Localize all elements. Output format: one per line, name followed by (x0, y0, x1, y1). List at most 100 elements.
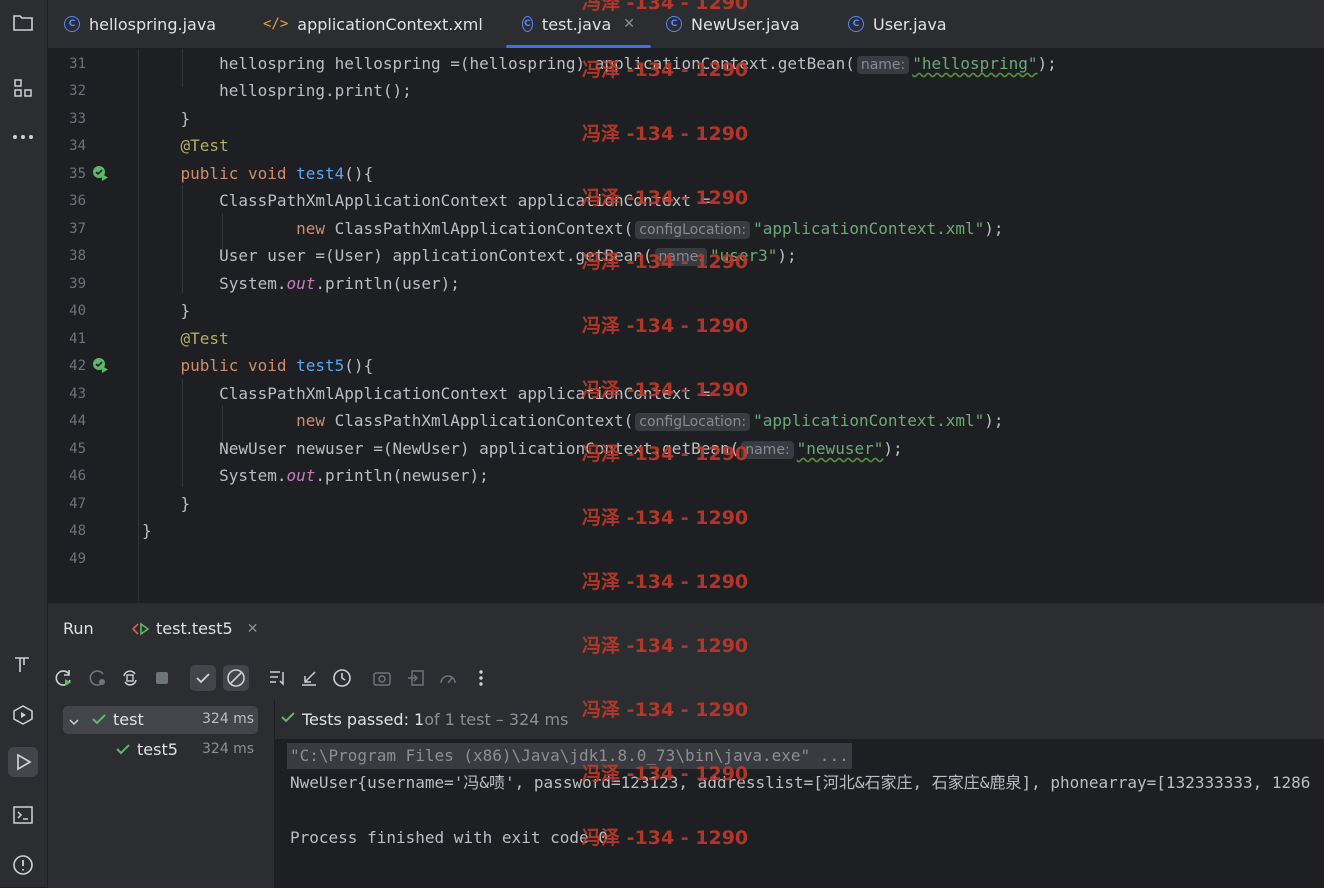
line-number: 48 (69, 523, 86, 539)
param-hint: configLocation: (635, 221, 751, 239)
line-number: 37 (69, 221, 86, 237)
status-passed-text: Tests passed: 1 (302, 709, 425, 729)
line-number: 47 (69, 496, 86, 512)
more-options-icon[interactable] (468, 665, 494, 691)
import-tests-icon[interactable] (403, 665, 429, 691)
line-number: 35 (69, 166, 86, 182)
watermark: 冯泽 -134 - 1290 (582, 251, 749, 273)
test-config-icon (132, 621, 150, 636)
passed-check-icon (115, 741, 131, 761)
line-number: 36 (69, 193, 86, 209)
toggle-auto-test-icon[interactable] (117, 665, 143, 691)
watermark: 冯泽 -134 - 1290 (582, 827, 749, 849)
code-line-46: System.out.println(newuser); (142, 466, 489, 485)
console-command-line[interactable]: "C:\Program Files (x86)\Java\jdk1.8.0_73… (287, 743, 852, 769)
tab-user[interactable]: C User.java (848, 0, 947, 48)
collapse-icon[interactable] (296, 665, 322, 691)
line-number: 34 (69, 138, 86, 154)
watermark: 冯泽 -134 - 1290 (582, 571, 749, 593)
terminal-icon[interactable] (8, 800, 38, 830)
line-number: 42 (69, 358, 86, 374)
tree-row-test[interactable]: test 324 ms (63, 706, 258, 734)
rerun-icon[interactable] (51, 665, 77, 691)
class-icon: C (64, 16, 80, 32)
tab-applicationcontext[interactable]: </> applicationContext.xml (263, 0, 483, 48)
xml-icon: </> (263, 16, 289, 32)
watermark: 冯泽 -134 - 1290 (582, 59, 749, 81)
chevron-down-icon[interactable] (68, 713, 80, 732)
line-number: 43 (69, 386, 86, 402)
param-hint: name: (741, 441, 794, 459)
param-hint: name: (856, 56, 910, 74)
project-folder-icon[interactable] (8, 8, 38, 38)
show-passed-icon[interactable] (190, 665, 216, 691)
param-hint: configLocation: (635, 413, 751, 431)
line-number: 33 (69, 111, 86, 127)
code-line-45: NewUser newuser =(NewUser) applicationCo… (142, 439, 903, 459)
watermark: 冯泽 -134 - 1290 (582, 699, 749, 721)
run-config-tab[interactable]: test.test5 ✕ (132, 619, 258, 638)
passed-check-icon (91, 711, 107, 731)
tab-hellospring[interactable]: Chellospring.java (64, 0, 216, 48)
status-detail-text: of 1 test – 324 ms (424, 709, 569, 729)
run-title: Run (63, 619, 94, 638)
test-results-tree: test 324 ms test5 324 ms (48, 699, 275, 888)
line-number: 38 (69, 248, 86, 264)
class-icon: C (848, 16, 864, 32)
code-line-47: } (142, 494, 191, 513)
run-toolbar (48, 655, 1324, 700)
class-icon: C (666, 16, 682, 32)
problems-icon[interactable] (8, 850, 38, 880)
class-icon: C (522, 16, 533, 32)
test-passed-run-icon[interactable] (92, 357, 108, 373)
code-line-40: } (142, 301, 191, 320)
line-number: 44 (69, 413, 86, 429)
close-icon[interactable]: ✕ (247, 621, 259, 637)
line-number: 32 (69, 83, 86, 99)
code-line-42: public void test5(){ (142, 356, 374, 375)
more-tools-icon[interactable] (8, 122, 38, 152)
screenshot-camera-icon[interactable] (369, 665, 395, 691)
line-number: 40 (69, 303, 86, 319)
code-line-33: } (142, 109, 191, 128)
line-number: 49 (69, 551, 86, 567)
line-number: 46 (69, 468, 86, 484)
code-line-48: } (142, 521, 152, 540)
code-line-41: @Test (142, 329, 229, 348)
console-exit-line: Process finished with exit code 0 (290, 828, 608, 847)
watermark: 冯泽 -134 - 1290 (582, 379, 749, 401)
coverage-gauge-icon[interactable] (435, 665, 461, 691)
watermark: 冯泽 -134 - 1290 (582, 123, 749, 145)
watermark: 冯泽 -134 - 1290 (582, 0, 749, 14)
run-tool-icon[interactable] (8, 747, 38, 777)
code-line-44: new ClassPathXmlApplicationContext(confi… (142, 411, 1004, 431)
watermark: 冯泽 -134 - 1290 (582, 315, 749, 337)
line-number: 39 (69, 276, 86, 292)
code-line-34: @Test (142, 136, 229, 155)
code-line-35: public void test4(){ (142, 164, 374, 183)
tool-window-strip (0, 0, 48, 887)
structure-icon[interactable] (8, 73, 38, 103)
test-passed-run-icon[interactable] (92, 165, 108, 181)
code-line-37: new ClassPathXmlApplicationContext(confi… (142, 219, 1004, 239)
tree-row-test5[interactable]: test5 324 ms (63, 736, 258, 764)
test-status-bar: Tests passed: 1 of 1 test – 324 ms (275, 699, 1324, 739)
build-hammer-icon[interactable] (8, 650, 38, 680)
code-line-39: System.out.println(user); (142, 274, 460, 293)
console-output-line: NweUser{username='冯&啧', password=123123,… (290, 773, 1311, 792)
watermark: 冯泽 -134 - 1290 (582, 507, 749, 529)
rerun-failed-icon[interactable] (85, 665, 111, 691)
watermark: 冯泽 -134 - 1290 (582, 443, 749, 465)
close-icon[interactable]: ✕ (623, 16, 635, 32)
services-icon[interactable] (8, 700, 38, 730)
line-number: 45 (69, 441, 86, 457)
code-line-32: hellospring.print(); (142, 81, 412, 100)
show-ignored-icon[interactable] (223, 665, 249, 691)
gutter-divider (138, 49, 139, 601)
history-clock-icon[interactable] (329, 665, 355, 691)
watermark: 冯泽 -134 - 1290 (582, 763, 749, 785)
sort-icon[interactable] (264, 665, 290, 691)
console-output[interactable]: Tests passed: 1 of 1 test – 324 ms "C:\P… (275, 699, 1324, 888)
line-number: 41 (69, 331, 86, 347)
stop-icon[interactable] (149, 665, 175, 691)
